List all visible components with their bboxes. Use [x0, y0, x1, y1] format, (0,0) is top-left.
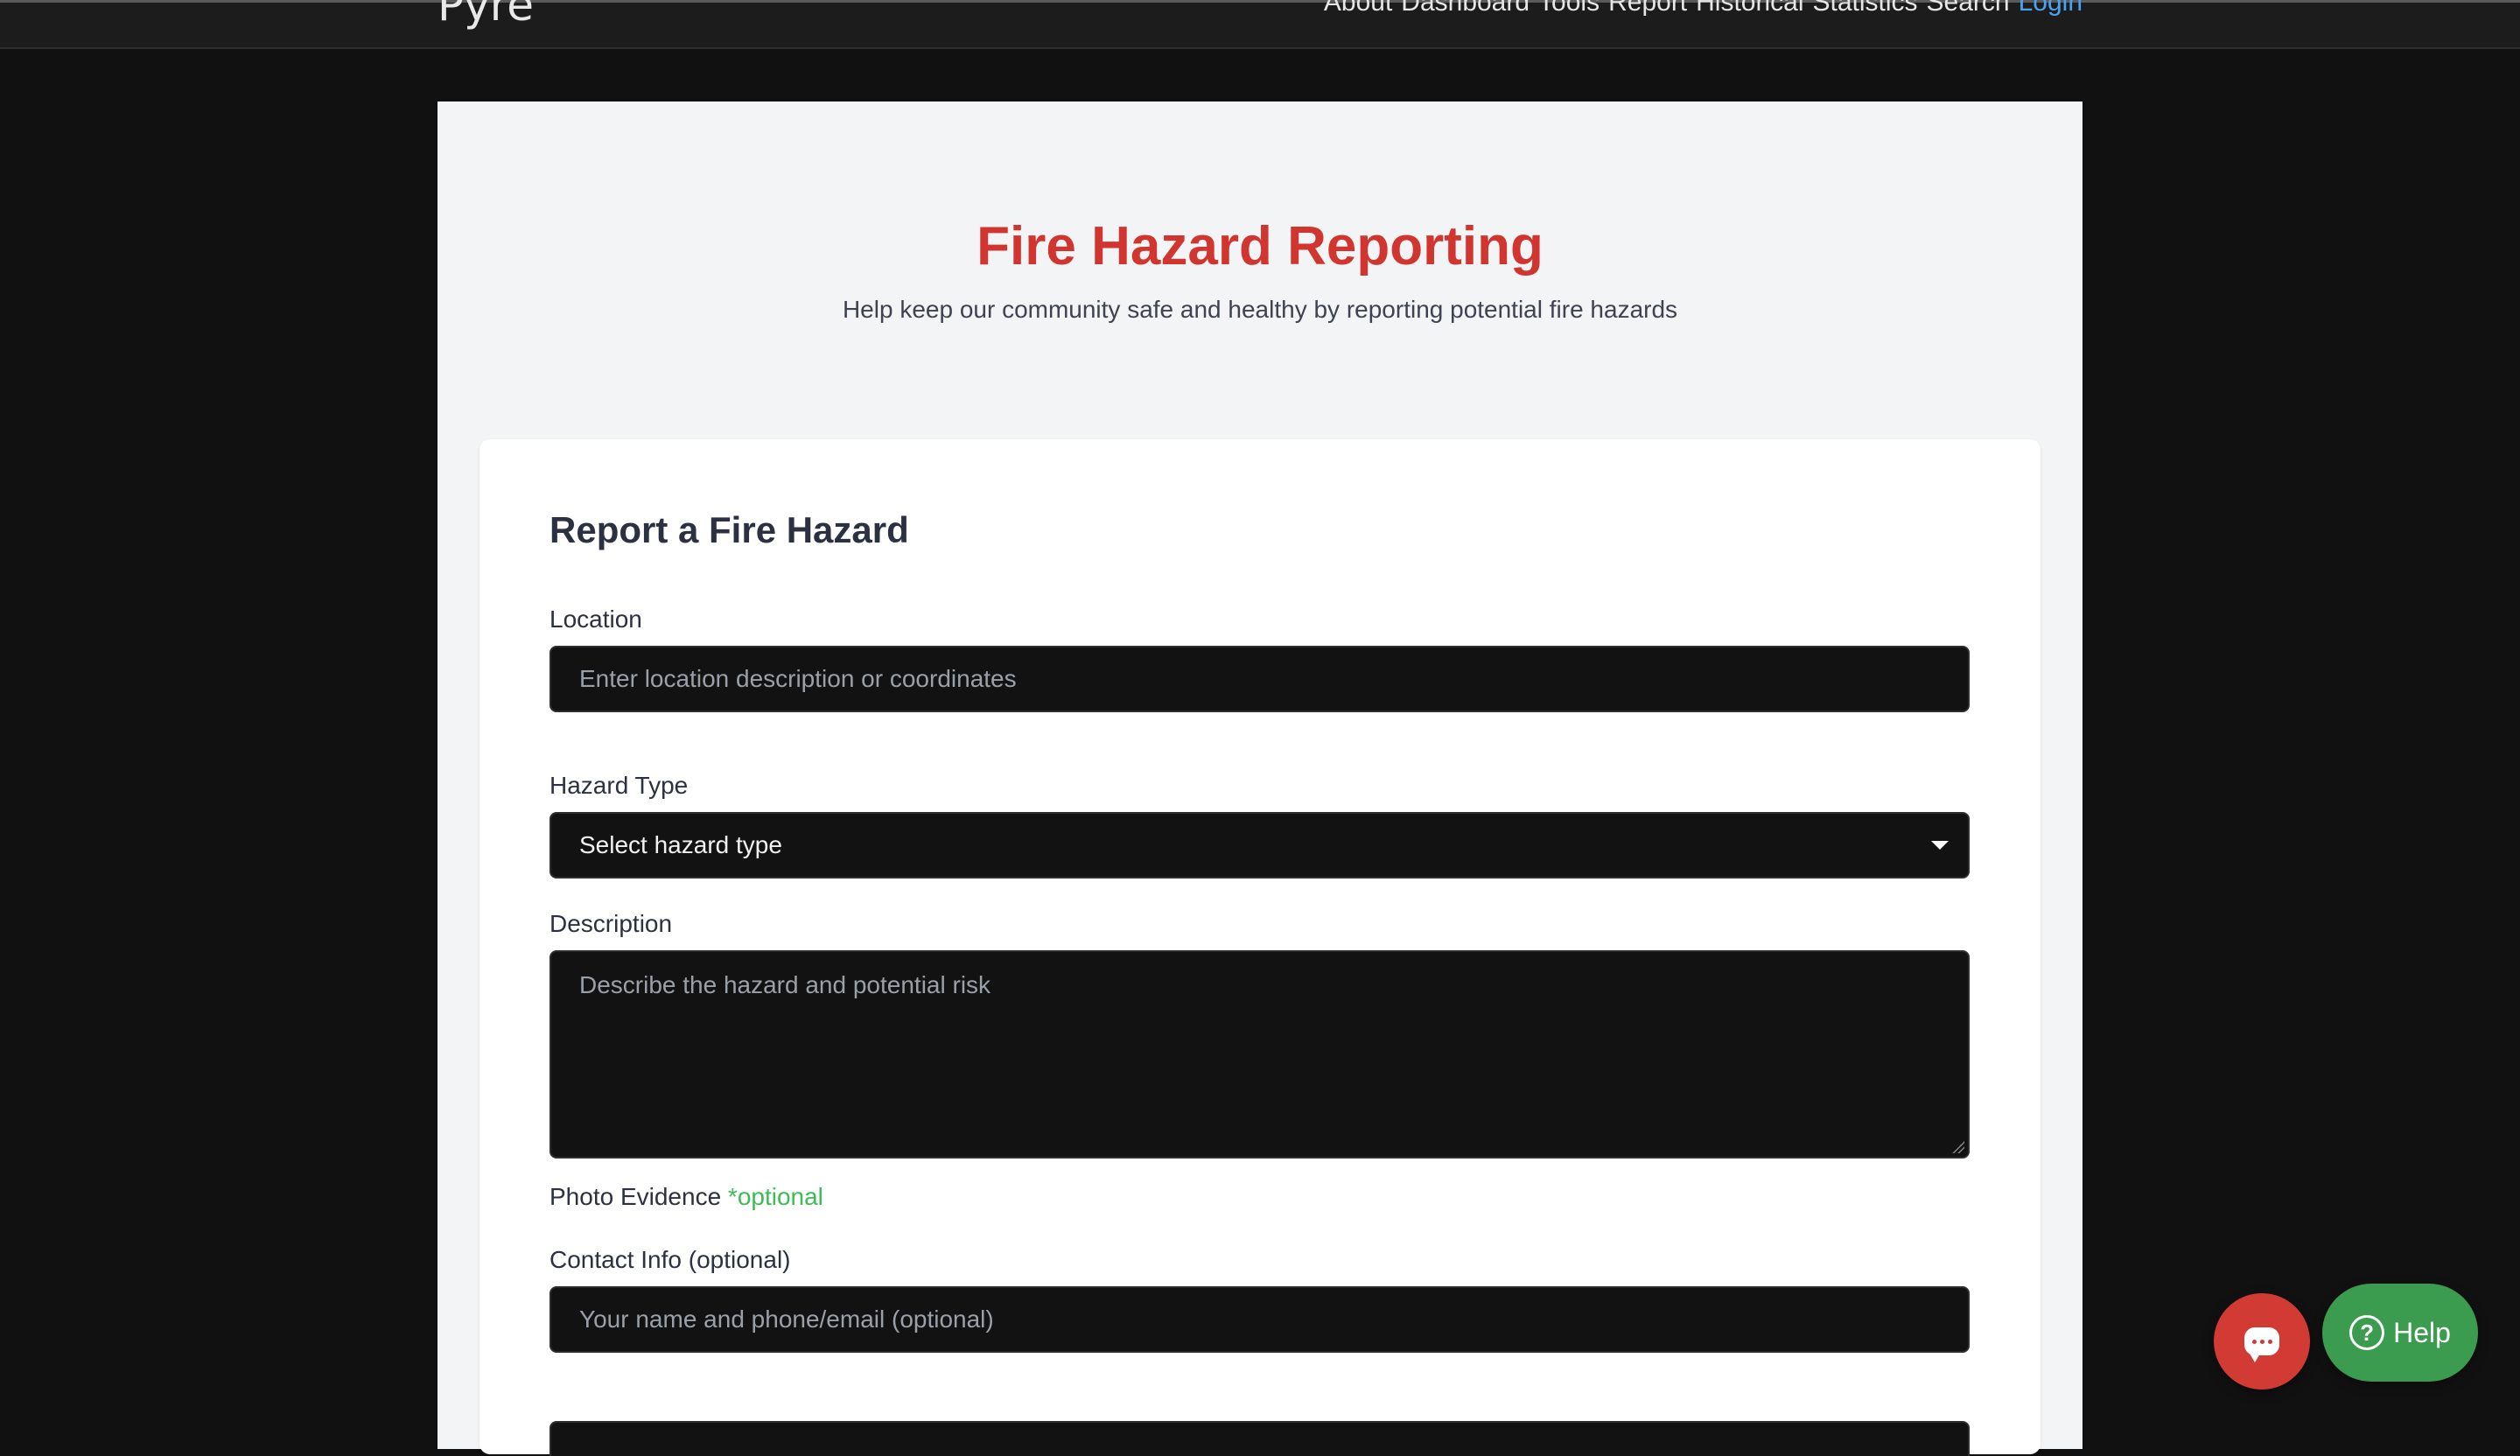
- hazard-type-value: Select hazard type: [579, 831, 782, 858]
- brand-logo[interactable]: Pyre: [438, 0, 534, 27]
- nav-dashboard[interactable]: Dashboard: [1401, 0, 1530, 16]
- main-content: Fire Hazard Reporting Help keep our comm…: [438, 102, 2082, 1456]
- nav-tools[interactable]: Tools: [1538, 0, 1600, 16]
- nav-about[interactable]: About: [1324, 0, 1392, 16]
- location-placeholder: Enter location description or coordinate…: [579, 665, 1017, 692]
- nav-login-link[interactable]: Login: [2019, 0, 2082, 16]
- main-nav: About Dashboard Tools Report Historical …: [1324, 0, 2082, 16]
- page-title: Fire Hazard Reporting: [976, 216, 1544, 276]
- contact-info-label: Contact Info (optional): [550, 1246, 791, 1273]
- contact-info-input[interactable]: Your name and phone/email (optional): [550, 1286, 1970, 1353]
- chat-button[interactable]: [2214, 1293, 2310, 1390]
- photo-evidence-text: Photo Evidence: [550, 1183, 722, 1210]
- nav-historical[interactable]: Historical: [1696, 0, 1803, 16]
- description-label: Description: [550, 910, 673, 937]
- help-button[interactable]: ? Help: [2322, 1284, 2478, 1382]
- report-form-card: Report a Fire Hazard Location Enter loca…: [480, 439, 2040, 1456]
- hazard-type-select[interactable]: Select hazard type: [550, 812, 1970, 878]
- resize-handle-icon[interactable]: [1952, 1141, 1964, 1153]
- question-circle-icon: ?: [2349, 1315, 2385, 1350]
- hazard-type-label: Hazard Type: [550, 772, 689, 799]
- nav-statistics[interactable]: Statistics: [1813, 0, 1918, 16]
- chat-bubble-icon: [2244, 1327, 2279, 1362]
- nav-report[interactable]: Report: [1608, 0, 1687, 16]
- photo-evidence-label: Photo Evidence *optional: [550, 1183, 823, 1211]
- optional-tag: *optional: [727, 1183, 823, 1210]
- next-form-field[interactable]: [550, 1421, 1970, 1456]
- page-subtitle: Help keep our community safe and healthy…: [842, 296, 1678, 323]
- form-title: Report a Fire Hazard: [550, 509, 909, 550]
- nav-search[interactable]: Search: [1927, 0, 2010, 16]
- location-label: Location: [550, 606, 642, 633]
- help-label: Help: [2393, 1316, 2451, 1348]
- location-input[interactable]: Enter location description or coordinate…: [550, 646, 1970, 712]
- description-textarea[interactable]: Describe the hazard and potential risk: [550, 950, 1970, 1158]
- chevron-down-icon: [1931, 841, 1949, 850]
- contact-info-placeholder: Your name and phone/email (optional): [579, 1306, 994, 1333]
- top-navbar: Pyre About Dashboard Tools Report Histor…: [0, 0, 2520, 49]
- description-placeholder: Describe the hazard and potential risk: [579, 971, 991, 998]
